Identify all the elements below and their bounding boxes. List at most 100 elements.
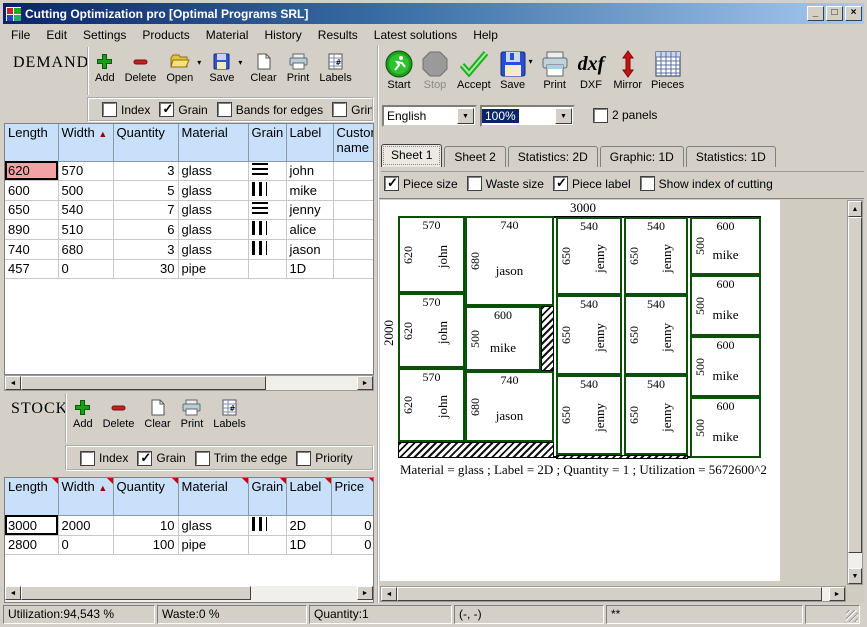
demand-col-material[interactable]: Material	[178, 124, 248, 161]
bands-for-edges-checkbox[interactable]	[218, 103, 231, 116]
menu-products[interactable]: Products	[134, 26, 197, 44]
index-checkbox[interactable]	[81, 452, 94, 465]
two-panels-option: 2 panels	[584, 108, 657, 122]
accept-button[interactable]: Accept	[457, 49, 491, 91]
chevron-down-icon[interactable]: ▼	[457, 108, 474, 124]
diagram-piece: 540650jenny	[556, 295, 622, 375]
language-select[interactable]: English ▼	[382, 105, 477, 127]
grain-checkbox[interactable]	[160, 103, 173, 116]
stock-col-label[interactable]: Label	[286, 478, 331, 515]
demand-h-scrollbar[interactable]: ◄ ►	[4, 375, 374, 391]
canvas-v-scrollbar[interactable]: ▲ ▼	[847, 200, 863, 585]
minimize-button[interactable]: _	[807, 6, 824, 21]
menu-material[interactable]: Material	[198, 26, 257, 44]
two-panels-checkbox[interactable]	[594, 109, 607, 122]
tab-sheet-2[interactable]: Sheet 2	[444, 146, 505, 167]
print-solution-button[interactable]: Print	[541, 49, 569, 91]
demand-labels-button[interactable]: # Labels	[319, 50, 351, 84]
demand-col-customer-name[interactable]: Customer name	[333, 124, 374, 161]
title-bar[interactable]: Cutting Optimization pro [Optimal Progra…	[3, 3, 864, 24]
demand-col-width[interactable]: Width ▲	[58, 124, 113, 161]
stock-col-width[interactable]: Width ▲	[58, 478, 113, 515]
table-row[interactable]: 3000200010glass2D0	[5, 515, 374, 535]
menu-results[interactable]: Results	[310, 26, 366, 44]
scroll-down-icon: ▼	[848, 568, 862, 584]
piece-height-label: 680	[468, 218, 483, 304]
sort-ascending-icon: ▲	[98, 483, 107, 493]
start-button[interactable]: Start	[385, 49, 413, 91]
demand-col-quantity[interactable]: Quantity	[113, 124, 178, 161]
stock-labels-button[interactable]: # Labels	[213, 396, 245, 430]
trim-the-edge-checkbox[interactable]	[196, 452, 209, 465]
table-row[interactable]: 7406803glassjason	[5, 239, 374, 259]
grain-checkbox[interactable]	[138, 452, 151, 465]
menu-help[interactable]: Help	[465, 26, 506, 44]
demand-print-button[interactable]: Print	[287, 50, 310, 84]
menu-edit[interactable]: Edit	[38, 26, 75, 44]
chevron-down-icon[interactable]: ▼	[555, 108, 572, 124]
waste-size-checkbox[interactable]	[468, 177, 481, 190]
demand-section-label: DEMAND	[9, 49, 93, 77]
save-solution-button[interactable]: Save	[500, 49, 526, 91]
resize-grip-icon[interactable]	[846, 610, 858, 622]
menu-history[interactable]: History	[256, 26, 309, 44]
canvas-h-scrollbar[interactable]: ◄ ►	[380, 586, 846, 602]
menu-file[interactable]: File	[3, 26, 38, 44]
show-index-of-cutting-checkbox[interactable]	[641, 177, 654, 190]
stock-print-button[interactable]: Print	[181, 396, 204, 430]
scroll-right-icon: ►	[357, 586, 373, 600]
stop-button[interactable]: Stop	[422, 49, 448, 91]
tab-statistics-2d[interactable]: Statistics: 2D	[508, 146, 598, 167]
zoom-select[interactable]: 100% ▼	[480, 105, 575, 127]
stock-col-length[interactable]: Length	[5, 478, 58, 515]
maximize-button[interactable]: □	[826, 6, 843, 21]
close-button[interactable]: ×	[845, 6, 862, 21]
table-row[interactable]: 457030pipe1D	[5, 259, 374, 278]
pieces-button[interactable]: Pieces	[651, 49, 684, 91]
menu-settings[interactable]: Settings	[75, 26, 134, 44]
demand-col-grain[interactable]: Grain	[248, 124, 286, 161]
piece-size-checkbox[interactable]	[385, 177, 398, 190]
stock-col-grain[interactable]: Grain	[248, 478, 286, 515]
stock-clear-button[interactable]: Clear	[144, 396, 170, 430]
diagram-piece: 540650jenny	[556, 217, 622, 295]
tab-sheet-1[interactable]: Sheet 1	[381, 144, 442, 167]
stock-h-scrollbar[interactable]: ◄ ►	[5, 586, 373, 602]
demand-col-length[interactable]: Length	[5, 124, 58, 161]
tab-graphic-1d[interactable]: Graphic: 1D	[600, 146, 684, 167]
priority-checkbox[interactable]	[297, 452, 310, 465]
piece-height-label: 650	[627, 297, 642, 373]
demand-add-button[interactable]: Add	[95, 50, 115, 84]
piece-label-checkbox[interactable]	[554, 177, 567, 190]
save-dropdown-arrow-icon[interactable]: ▾	[238, 58, 242, 67]
stock-add-button[interactable]: Add	[73, 396, 93, 430]
table-row[interactable]: 8905106glassalice	[5, 219, 374, 239]
demand-delete-button[interactable]: Delete	[125, 50, 157, 84]
open-dropdown-arrow-icon[interactable]: ▾	[197, 58, 201, 67]
save-dropdown-arrow-icon[interactable]: ▾	[529, 57, 533, 66]
demand-col-label[interactable]: Label	[286, 124, 333, 161]
demand-open-button[interactable]: Open	[166, 50, 193, 84]
menu-latest-solutions[interactable]: Latest solutions	[366, 26, 465, 44]
tab-statistics-1d[interactable]: Statistics: 1D	[686, 146, 776, 167]
table-row[interactable]: 6505407glassjenny	[5, 200, 374, 219]
window-title: Cutting Optimization pro [Optimal Progra…	[25, 7, 308, 21]
piece-name-label: mike	[467, 340, 539, 356]
stock-col-quantity[interactable]: Quantity	[113, 478, 178, 515]
table-row[interactable]: 6005005glassmike	[5, 180, 374, 200]
index-checkbox[interactable]	[103, 103, 116, 116]
grinding-checkbox[interactable]	[333, 103, 346, 116]
grain-vertical-icon	[252, 221, 267, 235]
demand-save-button[interactable]: Save	[209, 50, 234, 84]
demand-clear-button[interactable]: Clear	[250, 50, 276, 84]
stock-delete-button[interactable]: Delete	[103, 396, 135, 430]
stock-col-material[interactable]: Material	[178, 478, 248, 515]
stock-col-price[interactable]: Price	[331, 478, 374, 515]
dxf-button[interactable]: dxf DXF	[578, 49, 605, 91]
table-row[interactable]: 28000100pipe1D0	[5, 535, 374, 554]
diagram-piece: 600500mike	[690, 217, 761, 275]
table-row[interactable]: 6205703glassjohn	[5, 161, 374, 180]
cutting-diagram-canvas: 3000 2000 570620john570620john570620john…	[379, 198, 866, 603]
sheet-height-label: 2000	[381, 320, 397, 350]
mirror-button[interactable]: Mirror	[613, 49, 642, 91]
